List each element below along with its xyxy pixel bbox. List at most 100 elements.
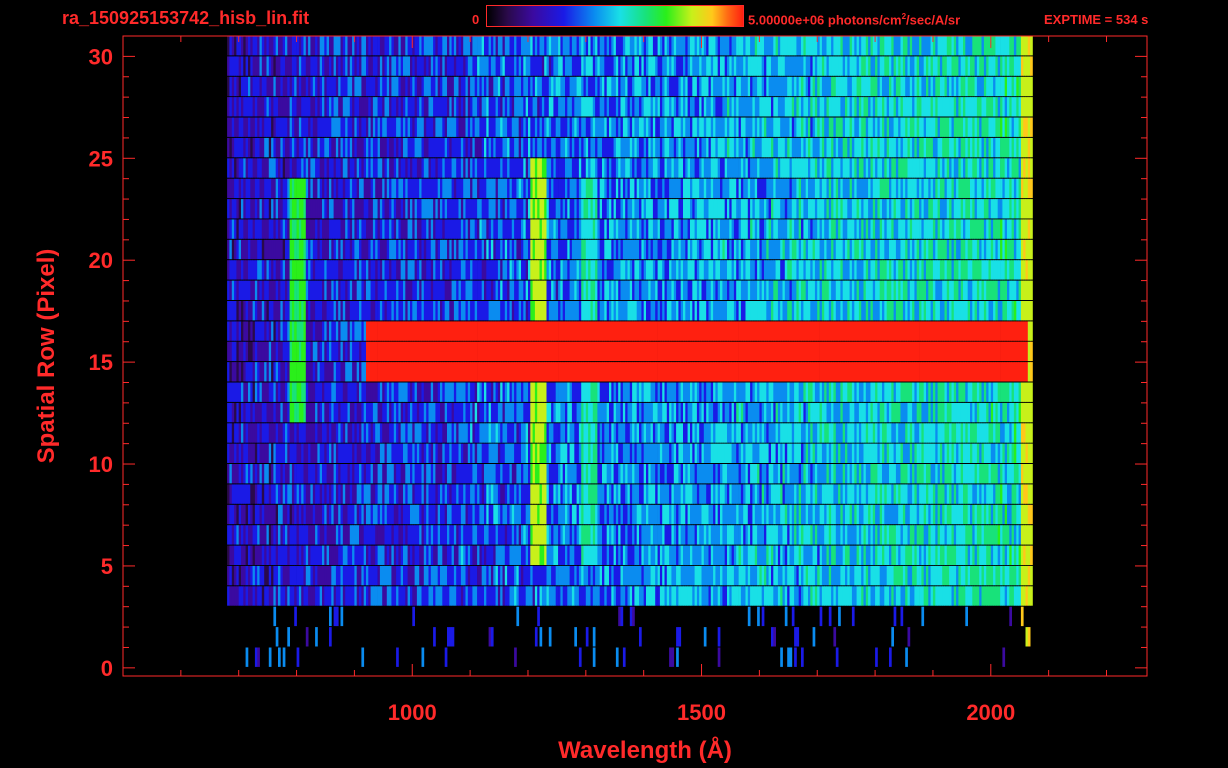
heatmap-cell	[833, 586, 837, 606]
heatmap-cell	[692, 321, 695, 341]
heatmap-cell	[315, 341, 318, 362]
heatmap-cell	[352, 382, 355, 402]
heatmap-cell	[319, 464, 323, 484]
heatmap-cell	[440, 586, 443, 606]
heatmap-cell	[463, 443, 466, 463]
heatmap-cell	[891, 341, 894, 362]
heatmap-cell	[553, 362, 557, 382]
heatmap-cell	[474, 443, 478, 463]
heatmap-cell	[622, 464, 626, 484]
heatmap-cell	[974, 586, 978, 606]
heatmap-cell	[453, 362, 457, 382]
heatmap-cell	[858, 586, 862, 606]
heatmap-cell	[1025, 586, 1029, 606]
heatmap-cell	[738, 443, 742, 463]
heatmap-cell	[405, 423, 408, 443]
heatmap-cell	[995, 545, 999, 565]
heatmap-cell	[451, 484, 455, 504]
heatmap-cell	[747, 606, 751, 627]
heatmap-cell	[900, 321, 904, 341]
heatmap-cell	[1004, 402, 1008, 423]
heatmap-cell	[886, 423, 890, 443]
heatmap-cell	[632, 362, 635, 382]
heatmap-cell	[696, 443, 700, 463]
heatmap-cell	[354, 504, 358, 525]
heatmap-cell	[826, 341, 830, 362]
heatmap-cell	[683, 545, 686, 565]
heatmap-cell	[676, 423, 679, 443]
heatmap-cell	[363, 362, 367, 382]
heatmap-cell	[254, 464, 258, 484]
heatmap-cell	[481, 525, 485, 545]
heatmap-cell	[546, 341, 550, 362]
heatmap-cell	[447, 504, 450, 525]
heatmap-cell	[673, 464, 677, 484]
heatmap-cell	[282, 301, 286, 321]
heatmap-cell	[479, 545, 483, 565]
heatmap-cell	[571, 484, 575, 504]
heatmap-cell	[271, 321, 274, 341]
heatmap-cell	[963, 443, 966, 463]
heatmap-cell	[886, 586, 890, 606]
heatmap-cell	[664, 423, 668, 443]
heatmap-cell	[692, 545, 695, 565]
heatmap-cell	[956, 565, 959, 586]
heatmap-cell	[324, 545, 327, 565]
heatmap-cell	[565, 565, 568, 586]
heatmap-cell	[993, 443, 996, 463]
heatmap-cell	[951, 464, 955, 484]
heatmap-cell	[611, 565, 614, 586]
heatmap-cell	[615, 565, 619, 586]
heatmap-cell	[493, 545, 496, 565]
heatmap-cell	[724, 525, 728, 545]
heatmap-cell	[581, 586, 584, 606]
heatmap-cell	[905, 464, 908, 484]
heatmap-cell	[574, 504, 577, 525]
heatmap-cell	[796, 362, 800, 382]
heatmap-cell	[1013, 525, 1017, 545]
heatmap-cell	[511, 341, 515, 362]
heatmap-cell	[673, 423, 677, 443]
heatmap-cell	[833, 565, 837, 586]
heatmap-cell	[986, 382, 989, 402]
heatmap-cell	[983, 484, 987, 504]
heatmap-cell	[805, 402, 809, 423]
heatmap-cell	[798, 402, 802, 423]
heatmap-cell	[243, 341, 246, 362]
heatmap-cell	[470, 545, 473, 565]
heatmap-cell	[930, 341, 934, 362]
heatmap-cell	[331, 586, 334, 606]
heatmap-cell	[942, 565, 945, 586]
heatmap-cell	[578, 586, 582, 606]
heatmap-cell	[643, 484, 647, 504]
heatmap-cell	[254, 341, 258, 362]
heatmap-cell	[944, 382, 948, 402]
heatmap-cell	[750, 545, 753, 565]
heatmap-cell	[377, 504, 381, 525]
heatmap-cell	[791, 341, 795, 362]
heatmap-cell	[296, 565, 300, 586]
heatmap-cell	[840, 586, 844, 606]
heatmap-cell	[713, 341, 716, 362]
heatmap-cell	[347, 382, 351, 402]
heatmap-cell	[900, 443, 904, 463]
heatmap-cell	[912, 565, 915, 586]
heatmap-cell	[641, 565, 645, 586]
heatmap-cell	[423, 341, 427, 362]
heatmap-cell	[923, 423, 927, 443]
heatmap-cell	[268, 362, 272, 382]
heatmap-cell	[972, 341, 975, 362]
heatmap-cell	[798, 484, 802, 504]
heatmap-cell	[666, 382, 670, 402]
heatmap-cell	[287, 382, 290, 402]
heatmap-cell	[731, 382, 735, 402]
heatmap-cell	[342, 504, 346, 525]
heatmap-cell	[423, 504, 427, 525]
heatmap-cell	[507, 586, 510, 606]
heatmap-cell	[632, 525, 635, 545]
heatmap-cell	[301, 301, 304, 321]
heatmap-cell	[970, 443, 973, 463]
heatmap-cell	[384, 443, 388, 463]
heatmap-cell	[243, 504, 246, 525]
heatmap-cell	[551, 402, 554, 423]
